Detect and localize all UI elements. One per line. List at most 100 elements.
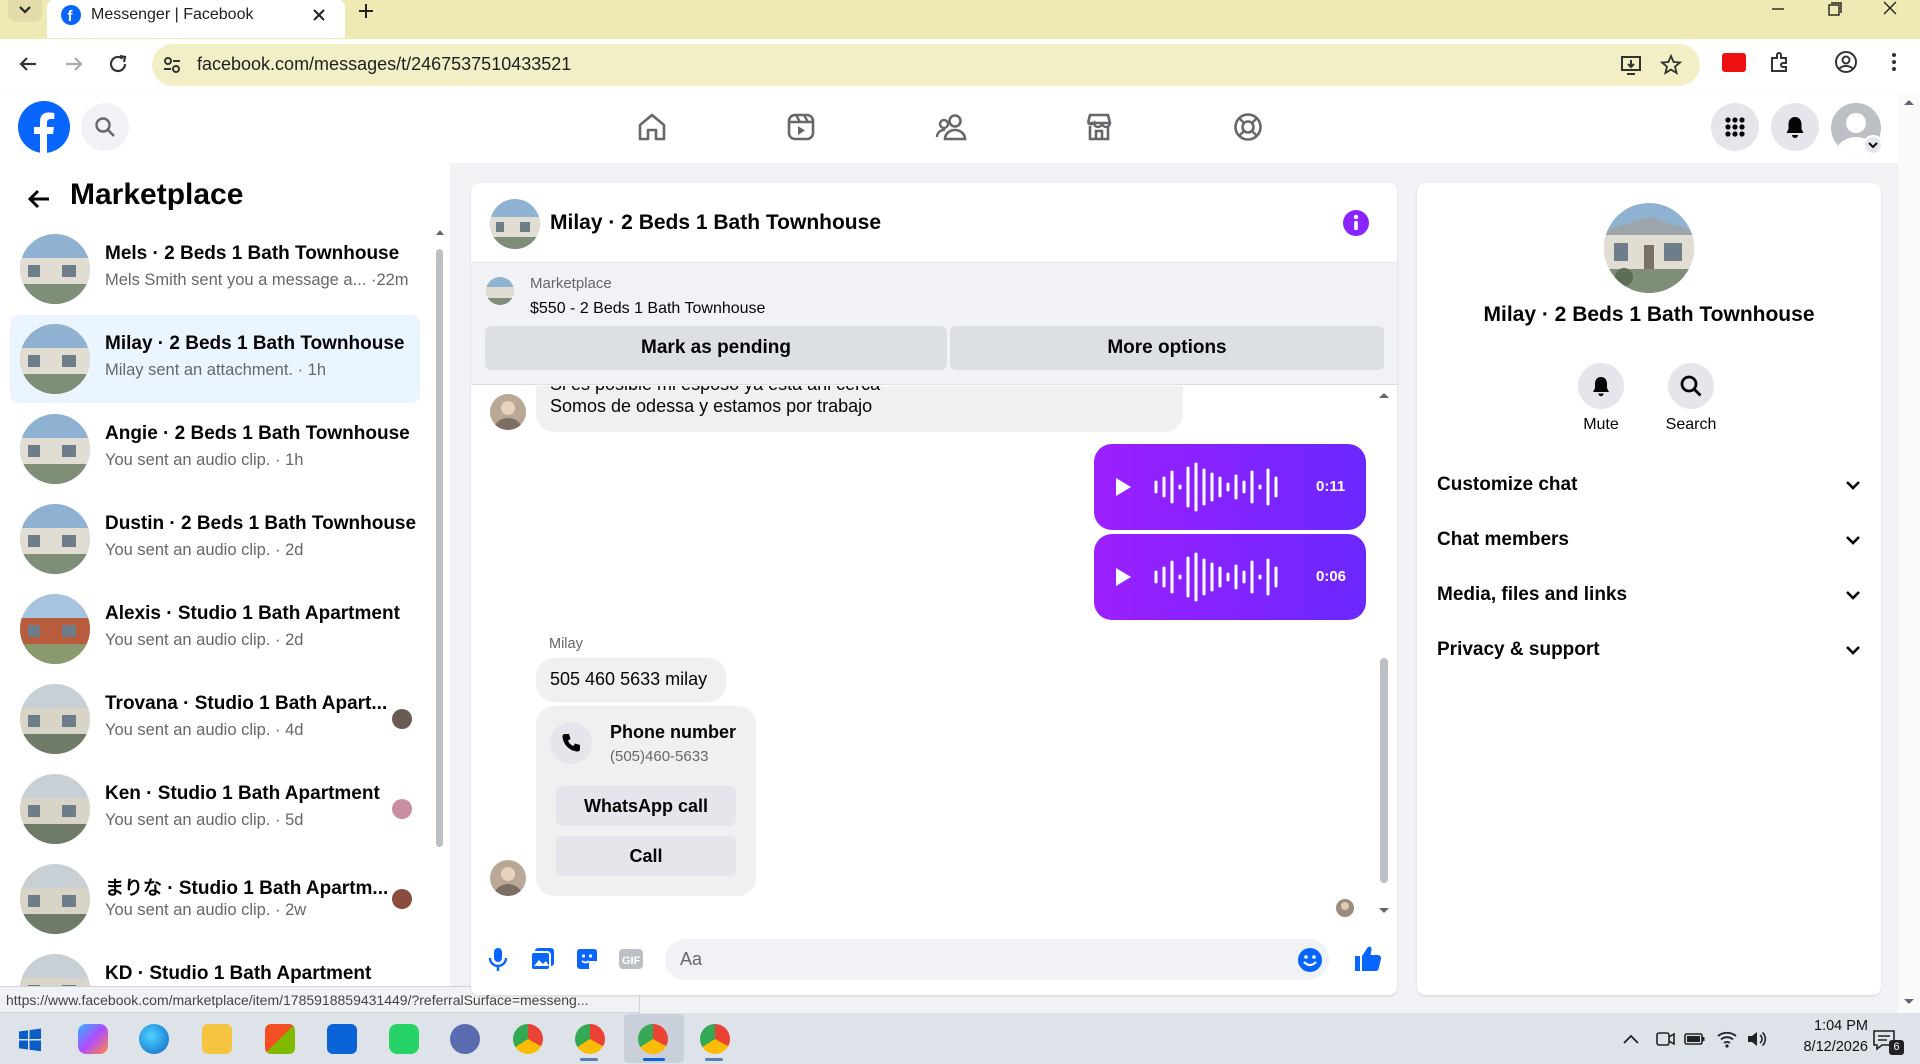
- info-icon[interactable]: [1342, 209, 1370, 237]
- conversation-item[interactable]: まりな · Studio 1 Bath Apartm... You sent an…: [10, 855, 420, 943]
- back-arrow-icon[interactable]: [16, 52, 40, 76]
- conversation-item[interactable]: Trovana · Studio 1 Bath Apart... You sent…: [10, 675, 420, 763]
- copilot-icon[interactable]: [78, 1024, 108, 1054]
- friends-icon[interactable]: [935, 111, 969, 143]
- profile-icon[interactable]: [1834, 50, 1858, 74]
- extensions-puzzle-icon[interactable]: [1768, 50, 1792, 74]
- video-icon[interactable]: [785, 111, 817, 143]
- file-explorer-icon[interactable]: [202, 1024, 232, 1054]
- conversation-scrollbar[interactable]: [434, 227, 446, 1013]
- sender-avatar[interactable]: [490, 860, 526, 896]
- conversation-item[interactable]: Mels · 2 Beds 1 Bath Townhouse Mels Smith…: [10, 225, 420, 313]
- scroll-up-arrow-icon[interactable]: [435, 227, 445, 237]
- chrome-active-icon[interactable]: [638, 1024, 668, 1054]
- menu-button[interactable]: [1711, 103, 1759, 151]
- whatsapp-call-button[interactable]: WhatsApp call: [556, 786, 736, 826]
- conversation-item[interactable]: Milay · 2 Beds 1 Bath Townhouse Milay sen…: [10, 315, 420, 403]
- close-window-icon[interactable]: [1878, 0, 1902, 20]
- sender-avatar[interactable]: [490, 394, 526, 430]
- notification-center-button[interactable]: 6: [1868, 1027, 1904, 1057]
- scroll-up-arrow-icon[interactable]: [1903, 97, 1915, 107]
- clock-time[interactable]: 1:04 PM: [1778, 1018, 1868, 1034]
- page-scrollbar[interactable]: [1898, 93, 1920, 1013]
- photo-icon[interactable]: [530, 946, 556, 972]
- incoming-message-bubble[interactable]: 505 460 5633 milay: [536, 658, 726, 702]
- app-icon[interactable]: [450, 1024, 480, 1054]
- install-app-icon[interactable]: [1620, 54, 1642, 76]
- thread-scrollbar-thumb[interactable]: [1380, 658, 1388, 883]
- conversation-item[interactable]: Dustin · 2 Beds 1 Bath Townhouse You sent…: [10, 495, 420, 583]
- battery-icon[interactable]: [1684, 1031, 1706, 1047]
- info-section-privacy-support[interactable]: Privacy & support: [1437, 630, 1862, 670]
- meet-now-icon[interactable]: [1655, 1030, 1675, 1048]
- microsoft-store-icon[interactable]: [265, 1024, 295, 1054]
- microphone-icon[interactable]: [487, 946, 509, 972]
- listing-thumbnail[interactable]: [486, 277, 514, 305]
- chrome-icon[interactable]: [513, 1024, 543, 1054]
- scroll-up-arrow-icon[interactable]: [1378, 390, 1390, 400]
- info-avatar[interactable]: [1604, 203, 1694, 293]
- back-arrow-icon[interactable]: [26, 186, 52, 212]
- notifications-button[interactable]: [1771, 103, 1819, 151]
- info-section-media-files-and-links[interactable]: Media, files and links: [1437, 575, 1862, 615]
- running-indicator: [580, 1058, 598, 1061]
- facebook-logo-icon[interactable]: [18, 101, 70, 153]
- chrome-profile-icon[interactable]: [575, 1024, 605, 1054]
- wifi-icon[interactable]: [1716, 1028, 1738, 1048]
- emoji-icon[interactable]: [1297, 947, 1323, 973]
- scrollbar-thumb[interactable]: [436, 249, 443, 847]
- forward-arrow-icon[interactable]: [62, 52, 86, 76]
- message-input[interactable]: Aa: [665, 939, 1329, 980]
- conversation-item[interactable]: Angie · 2 Beds 1 Bath Townhouse You sent …: [10, 405, 420, 493]
- play-icon[interactable]: [1114, 477, 1132, 497]
- clock-date[interactable]: 8/12/2026: [1778, 1039, 1868, 1055]
- listing-detail[interactable]: $550 - 2 Beds 1 Bath Townhouse: [530, 300, 765, 318]
- scroll-down-arrow-icon[interactable]: [1378, 906, 1390, 916]
- restore-window-icon[interactable]: [1822, 0, 1846, 20]
- chevron-down-icon: [19, 6, 31, 14]
- close-tab-icon[interactable]: [311, 7, 327, 23]
- search-in-conversation-button[interactable]: [1668, 363, 1714, 409]
- whatsapp-icon[interactable]: [389, 1024, 419, 1054]
- site-info-icon[interactable]: [162, 55, 182, 75]
- extension-icon[interactable]: [1722, 53, 1746, 72]
- info-section-customize-chat[interactable]: Customize chat: [1437, 465, 1862, 505]
- chat-avatar[interactable]: [490, 199, 540, 249]
- audio-message-2[interactable]: 0:06: [1094, 534, 1366, 620]
- outlook-icon[interactable]: [327, 1024, 357, 1054]
- mark-as-pending-button[interactable]: Mark as pending: [485, 326, 947, 370]
- mute-button[interactable]: [1578, 363, 1624, 409]
- audio-message-1[interactable]: 0:11: [1094, 444, 1366, 530]
- account-dropdown-badge[interactable]: [1863, 135, 1883, 155]
- tab-search-button[interactable]: [8, 0, 42, 22]
- address-bar[interactable]: facebook.com/messages/t/2467537510433521: [152, 44, 1700, 86]
- gif-icon[interactable]: GIF: [618, 948, 644, 970]
- new-tab-icon[interactable]: [356, 1, 376, 21]
- minimize-window-icon[interactable]: [1766, 0, 1790, 20]
- reload-icon[interactable]: [106, 52, 130, 76]
- sticker-icon[interactable]: [574, 946, 600, 972]
- chrome-window-icon[interactable]: [700, 1024, 730, 1054]
- home-icon[interactable]: [636, 111, 668, 143]
- sender-name: Milay: [549, 636, 583, 652]
- incoming-message-bubble[interactable]: Si es posible mi esposo ya esta ahi cerc…: [536, 386, 1183, 432]
- conversation-item[interactable]: Alexis · Studio 1 Bath Apartment You sent…: [10, 585, 420, 673]
- bookmark-star-icon[interactable]: [1660, 54, 1682, 76]
- volume-icon[interactable]: [1746, 1029, 1768, 1049]
- call-button[interactable]: Call: [556, 836, 736, 876]
- more-options-button[interactable]: More options: [950, 326, 1384, 370]
- browser-tab-active[interactable]: f Messenger | Facebook: [47, 0, 345, 38]
- conversation-item[interactable]: Ken · Studio 1 Bath Apartment You sent an…: [10, 765, 420, 853]
- edge-icon[interactable]: [139, 1024, 169, 1054]
- play-icon[interactable]: [1114, 567, 1132, 587]
- windows-start-icon[interactable]: [18, 1028, 42, 1052]
- facebook-search-button[interactable]: [81, 103, 129, 151]
- scroll-down-arrow-icon[interactable]: [1903, 997, 1915, 1007]
- chat-title[interactable]: Milay · 2 Beds 1 Bath Townhouse: [550, 211, 881, 235]
- show-hidden-icons-icon[interactable]: [1622, 1032, 1640, 1046]
- gaming-icon[interactable]: [1232, 111, 1264, 143]
- marketplace-icon[interactable]: [1083, 111, 1115, 143]
- thumbs-up-icon[interactable]: [1353, 944, 1383, 974]
- info-section-chat-members[interactable]: Chat members: [1437, 520, 1862, 560]
- browser-menu-icon[interactable]: [1882, 50, 1906, 74]
